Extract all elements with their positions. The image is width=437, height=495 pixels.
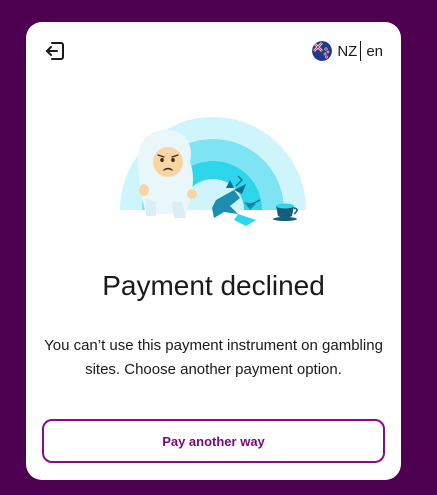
locale-selector[interactable]: NZ en [312,40,383,62]
locale-language: en [366,42,383,60]
pay-another-way-button[interactable]: Pay another way [42,419,385,463]
decline-message: You can’t use this payment instrument on… [44,337,383,378]
new-zealand-flag-icon [312,41,333,61]
locale-country: NZ [337,42,358,60]
page-title: Payment declined [102,270,325,301]
exit-icon [46,42,64,60]
yeti-declined-illustration [116,117,316,226]
exit-button[interactable] [42,38,68,64]
locale-divider [360,41,362,61]
payment-declined-card: NZ en Payment declined You can’t use thi… [26,22,401,480]
